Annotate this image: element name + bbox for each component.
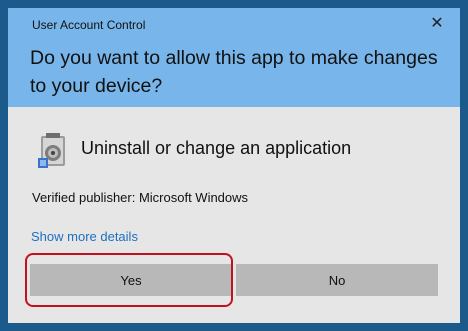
dialog-header: User Account Control ✕ Do you want to al… [8, 8, 460, 107]
installer-icon [38, 133, 65, 168]
yes-button[interactable]: Yes [30, 264, 232, 296]
prompt-question: Do you want to allow this app to make ch… [30, 47, 438, 97]
desktop-background: User Account Control ✕ Do you want to al… [0, 0, 468, 331]
uac-dialog: User Account Control ✕ Do you want to al… [8, 8, 460, 323]
close-icon[interactable]: ✕ [428, 15, 446, 33]
no-button[interactable]: No [236, 264, 438, 296]
show-more-details-link[interactable]: Show more details [31, 229, 138, 244]
publisher-text: Verified publisher: Microsoft Windows [32, 190, 249, 205]
window-title: User Account Control [32, 18, 146, 32]
app-name: Uninstall or change an application [81, 138, 352, 158]
